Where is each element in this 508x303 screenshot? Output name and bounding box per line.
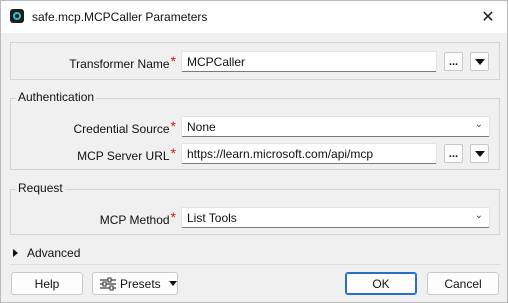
required-mark: * xyxy=(170,209,176,225)
close-icon[interactable]: ✕ xyxy=(475,5,501,29)
required-mark: * xyxy=(170,145,176,161)
sliders-icon xyxy=(100,277,116,290)
transformer-name-menu-button[interactable] xyxy=(470,52,489,71)
app-icon xyxy=(10,9,24,23)
required-mark: * xyxy=(170,118,176,134)
dialog-title: safe.mcp.MCPCaller Parameters xyxy=(32,10,208,24)
mcp-method-select[interactable]: List Tools ⌄ xyxy=(181,207,490,228)
mcp-server-url-menu-button[interactable] xyxy=(470,144,489,163)
credential-source-select[interactable]: None ⌄ xyxy=(181,116,490,137)
credential-source-value: None xyxy=(187,120,216,134)
required-mark: * xyxy=(170,53,176,69)
mcp-server-url-browse-button[interactable]: ... xyxy=(444,144,463,163)
mcp-method-value: List Tools xyxy=(187,211,237,225)
expand-arrow-icon xyxy=(13,249,18,257)
mcp-method-label: MCP Method* xyxy=(99,209,176,227)
ok-button[interactable]: OK xyxy=(345,272,417,295)
parameters-dialog: safe.mcp.MCPCaller Parameters ✕ Transfor… xyxy=(0,0,508,303)
authentication-group-label: Authentication xyxy=(16,90,97,104)
chevron-down-icon: ⌄ xyxy=(474,119,483,130)
title-bar: safe.mcp.MCPCaller Parameters ✕ xyxy=(1,1,507,33)
footer-divider xyxy=(10,264,500,265)
cancel-button[interactable]: Cancel xyxy=(427,272,499,295)
presets-button[interactable]: Presets xyxy=(92,272,178,295)
dropdown-arrow-icon xyxy=(168,281,177,286)
transformer-name-browse-button[interactable]: ... xyxy=(444,52,463,71)
transformer-name-label: Transformer Name* xyxy=(69,53,176,71)
help-button[interactable]: Help xyxy=(11,272,83,295)
chevron-down-icon: ⌄ xyxy=(474,210,483,221)
transformer-name-input[interactable]: MCPCaller xyxy=(181,51,437,72)
mcp-server-url-label: MCP Server URL* xyxy=(77,145,176,163)
dropdown-arrow-icon xyxy=(474,58,485,65)
advanced-toggle[interactable]: Advanced xyxy=(13,246,80,260)
dropdown-arrow-icon xyxy=(474,150,485,157)
mcp-server-url-input[interactable]: https://learn.microsoft.com/api/mcp xyxy=(181,143,437,164)
request-group-label: Request xyxy=(16,181,65,195)
advanced-label: Advanced xyxy=(27,246,81,260)
presets-label: Presets xyxy=(120,276,161,291)
credential-source-label: Credential Source* xyxy=(73,118,176,136)
